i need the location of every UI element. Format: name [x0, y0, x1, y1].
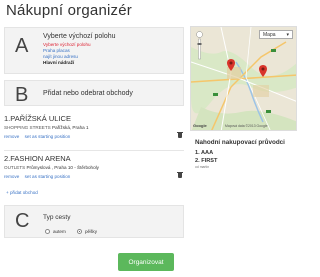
- remove-store-link[interactable]: remove: [4, 174, 19, 179]
- store-actions: remove set as starting position: [4, 172, 184, 179]
- route-option-car[interactable]: autem: [45, 229, 66, 234]
- map-type-select[interactable]: Mapa ▾: [259, 30, 293, 39]
- map-type-label: Mapa: [263, 31, 276, 38]
- store-street: Průmyslová , Praha 10 - Štěrboholy: [26, 165, 99, 170]
- section-letter-b: B: [15, 84, 29, 106]
- radio-car[interactable]: [45, 229, 50, 234]
- set-start-link[interactable]: set as starting position: [25, 134, 71, 139]
- chevron-down-icon: ▾: [286, 31, 289, 38]
- route-type-section: C Typ cesty autem pěšky: [4, 205, 184, 238]
- section-letter-a: A: [15, 35, 29, 57]
- map-canvas: [191, 27, 296, 130]
- random-guides-list: 1. AAA 2. FIRST od martin: [195, 149, 217, 170]
- route-option-walk-label: pěšky: [85, 229, 98, 234]
- store-actions: remove set as starting position: [4, 132, 184, 139]
- start-location-options: Vyberte výchozí polohu Praha placas nají…: [43, 42, 91, 66]
- store-title: 2.FASHION ARENA: [4, 154, 71, 163]
- map[interactable]: Mapa ▾ Google Mapová data ©2013 Google: [190, 26, 297, 131]
- add-store-link[interactable]: + přidat obchod: [6, 190, 38, 195]
- route-option-car-label: autem: [53, 229, 66, 234]
- store-category: SHOPPING STREETS: [4, 125, 51, 130]
- stores-heading: Přidat nebo odebrat obchody: [43, 90, 133, 97]
- set-start-link[interactable]: set as starting position: [25, 174, 71, 179]
- stores-section: B Přidat nebo odebrat obchody: [4, 80, 184, 106]
- section-letter-c: C: [15, 210, 30, 232]
- organize-button[interactable]: Organizovat: [118, 253, 174, 271]
- start-location-heading: Vyberte výchozí polohu: [43, 33, 116, 40]
- random-guides-title: Nahodní nakupovací průvodci: [195, 139, 285, 146]
- google-logo: Google: [193, 123, 207, 128]
- selected-start-location[interactable]: Hlavní nádraží: [43, 60, 91, 66]
- store-category: OUTLETS: [4, 165, 26, 170]
- store-item: 1.PAŘÍŽSKÁ ULICE SHOPPING STREETS Pařížs…: [4, 114, 184, 139]
- trash-icon[interactable]: [177, 132, 183, 138]
- store-address: OUTLETS Průmyslová , Praha 10 - Štěrboho…: [4, 165, 184, 170]
- map-marker-icon[interactable]: [227, 59, 235, 71]
- guide-item[interactable]: 1. AAA: [195, 149, 217, 157]
- start-location-section: A Vyberte výchozí polohu Vyberte výchozí…: [4, 27, 184, 74]
- map-marker-icon[interactable]: [259, 65, 267, 77]
- remove-store-link[interactable]: remove: [4, 134, 19, 139]
- guide-author: od martin: [195, 165, 210, 169]
- store-title: 1.PAŘÍŽSKÁ ULICE: [4, 114, 71, 123]
- zoom-control[interactable]: [196, 31, 203, 61]
- route-option-walk[interactable]: pěšky: [77, 229, 97, 234]
- map-attribution: Mapová data ©2013 Google: [225, 124, 268, 128]
- store-item: 2.FASHION ARENA OUTLETS Průmyslová , Pra…: [4, 154, 184, 179]
- trash-icon[interactable]: [177, 172, 183, 178]
- guide-item[interactable]: 2. FIRST: [195, 157, 217, 165]
- store-address: SHOPPING STREETS Pařížská, Praha 1: [4, 125, 184, 130]
- page-title: Nákupní organizér: [6, 2, 132, 19]
- store-street: Pařížská, Praha 1: [52, 125, 89, 130]
- divider: [4, 150, 184, 151]
- route-type-heading: Typ cesty: [43, 214, 71, 221]
- radio-walk[interactable]: [77, 229, 82, 234]
